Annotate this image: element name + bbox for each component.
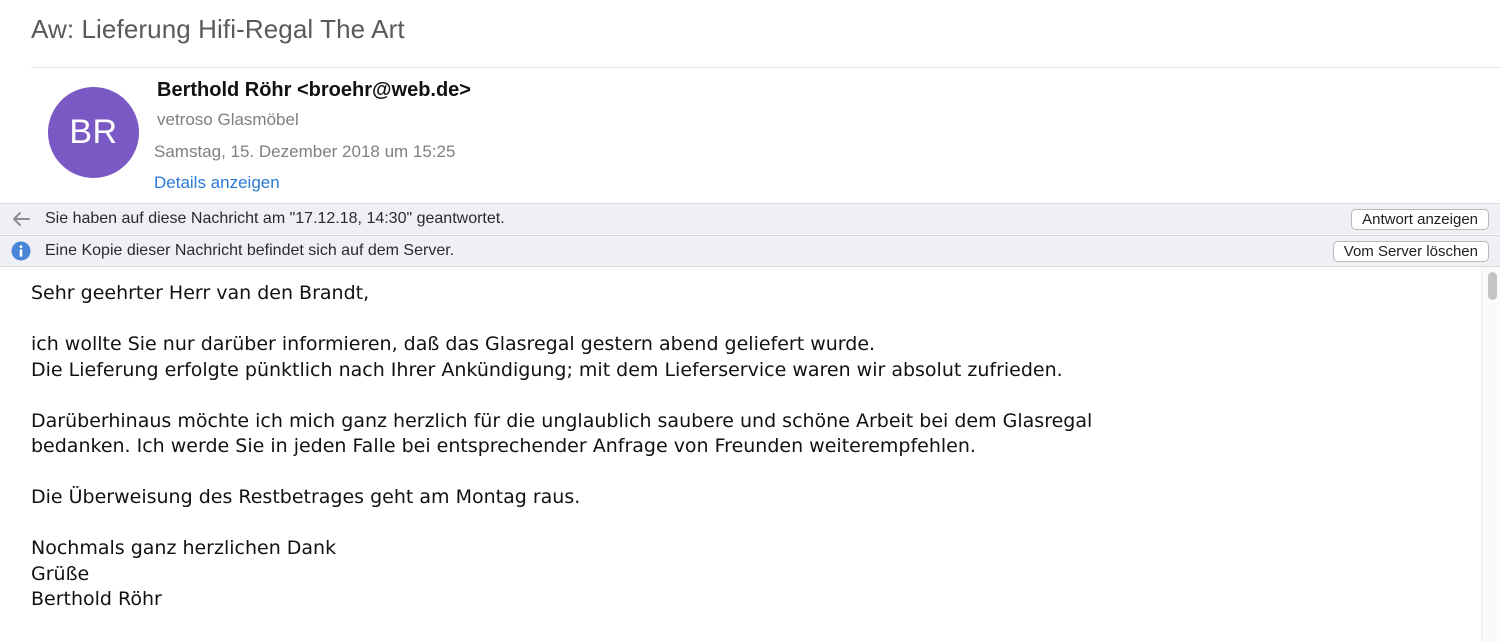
body-line: ich wollte Sie nur darüber informieren, … [31, 333, 876, 355]
info-icon [10, 240, 32, 262]
delete-from-server-button[interactable]: Vom Server löschen [1332, 240, 1489, 262]
message-scrollbar[interactable] [1481, 267, 1500, 642]
sender-name: Berthold Röhr <broehr@web.de> [157, 79, 471, 101]
body-line: Darüberhinaus möchte ich mich ganz herzl… [31, 409, 1093, 432]
sender-avatar: BR [48, 87, 139, 178]
details-link[interactable]: Details anzeigen [154, 173, 280, 193]
body-closing: Nochmals ganz herzlichen Dank [31, 537, 337, 559]
replied-notice-bar: Sie haben auf diese Nachricht am "17.12.… [0, 203, 1500, 234]
scrollbar-thumb[interactable] [1488, 272, 1497, 300]
show-reply-button[interactable]: Antwort anzeigen [1351, 208, 1489, 230]
email-subject: Aw: Lieferung Hifi-Regal The Art [31, 14, 405, 44]
message-body: Sehr geehrter Herr van den Brandt, ich w… [0, 267, 1482, 642]
reply-arrow-icon [10, 208, 32, 230]
sender-organization: vetroso Glasmöbel [157, 110, 299, 129]
body-greeting: Sehr geehrter Herr van den Brandt, [31, 282, 370, 304]
server-copy-notice-text: Eine Kopie dieser Nachricht befindet sic… [45, 242, 455, 259]
body-line: Die Überweisung des Restbetrages geht am… [31, 486, 581, 508]
email-date: Samstag, 15. Dezember 2018 um 15:25 [154, 142, 456, 161]
server-copy-notice-bar: Eine Kopie dieser Nachricht befindet sic… [0, 235, 1500, 267]
header-divider [31, 67, 1500, 68]
body-signature: Berthold Röhr [31, 588, 162, 610]
body-line: bedanken. Ich werde Sie in jeden Falle b… [31, 435, 976, 457]
body-line: Die Lieferung erfolgte pünktlich nach Ih… [31, 358, 1063, 381]
body-closing: Grüße [31, 562, 90, 585]
avatar-initials: BR [69, 113, 118, 151]
replied-notice-text: Sie haben auf diese Nachricht am "17.12.… [45, 210, 505, 227]
